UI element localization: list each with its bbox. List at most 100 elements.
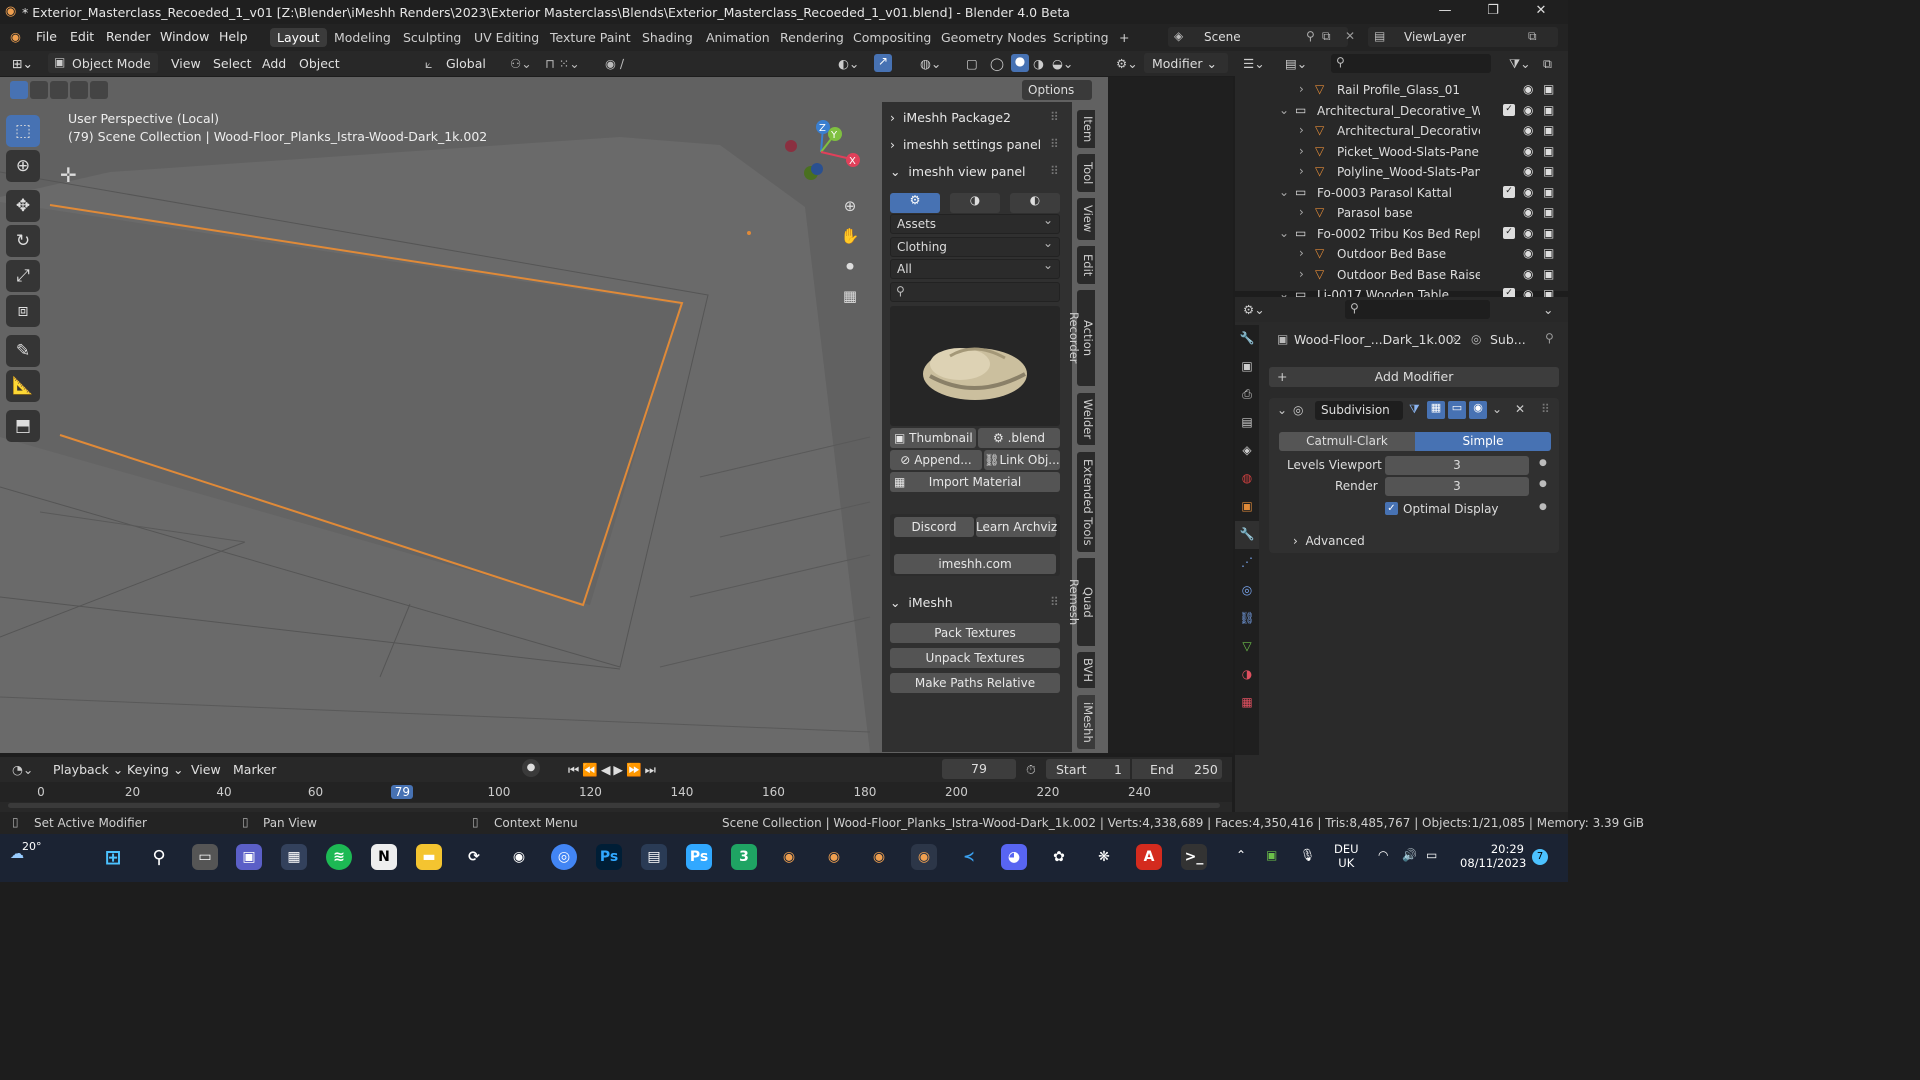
simple-option[interactable]: Simple: [1415, 432, 1551, 451]
section-imeshh-view[interactable]: ⌄ imeshh view panel: [890, 164, 1026, 179]
render-camera-icon[interactable]: ▣: [1543, 267, 1554, 281]
photoshop-icon[interactable]: Ps: [596, 844, 622, 870]
timeline-menu-playback[interactable]: Playback ⌄: [53, 762, 123, 777]
delete-scene-icon[interactable]: ✕: [1345, 29, 1355, 43]
microphone-icon[interactable]: 🎙: [1300, 848, 1315, 862]
outliner-row[interactable]: › ▽ Polyline_Wood-Slats-Panel_0 ◉ ▣: [1235, 162, 1568, 182]
catmull-clark-option[interactable]: Catmull-Clark: [1279, 432, 1415, 451]
select-box-tool-icon[interactable]: ⬚: [6, 115, 40, 147]
tool-properties-icon[interactable]: 🔧: [1235, 325, 1259, 353]
start-frame-field[interactable]: Start 1: [1046, 759, 1130, 779]
world-properties-icon[interactable]: ◍: [1235, 465, 1259, 493]
keyframe-dot-icon[interactable]: ●: [1539, 479, 1547, 489]
modifier-name-field[interactable]: Subdivision: [1315, 401, 1403, 420]
outliner-row[interactable]: › ▽ Picket_Wood-Slats-Panel_01 ◉ ▣: [1235, 142, 1568, 162]
expand-chevron-icon[interactable]: ›: [1299, 246, 1304, 260]
exclude-checkbox[interactable]: ✓: [1503, 185, 1515, 198]
tab-tool[interactable]: Tool: [1077, 154, 1095, 192]
preview-range-icon[interactable]: ⏱: [1026, 762, 1036, 778]
sync-icon[interactable]: ⟳: [461, 844, 487, 870]
drag-handle-icon[interactable]: ⠿: [1541, 402, 1550, 416]
category-dropdown[interactable]: Assets: [890, 213, 1060, 234]
asset-search-input[interactable]: ⚲: [890, 282, 1060, 302]
maximize-icon[interactable]: ❐: [1478, 3, 1508, 18]
navigation-gizmo[interactable]: Z Y X: [783, 117, 863, 187]
asset-thumbnail-preview[interactable]: [890, 306, 1060, 426]
3ds-app-icon[interactable]: 3: [731, 844, 757, 870]
timeline-editor-icon[interactable]: ◔⌄: [12, 762, 33, 777]
modifier-menu-chevron-icon[interactable]: ⌄: [1492, 402, 1502, 416]
minimize-icon[interactable]: —: [1430, 3, 1460, 18]
modifier-properties-icon[interactable]: 🔧: [1235, 521, 1259, 549]
start-menu-icon[interactable]: ⊞: [100, 844, 126, 870]
display-mode-icon[interactable]: ▤⌄: [1285, 56, 1307, 71]
render-camera-icon[interactable]: ▣: [1543, 205, 1554, 219]
expand-chevron-icon[interactable]: ›: [1299, 144, 1304, 158]
levels-viewport-field[interactable]: 3: [1385, 456, 1529, 475]
outliner-row[interactable]: › ▽ Outdoor Bed Base Raised ◉ ▣: [1235, 265, 1568, 285]
pin-icon[interactable]: ⚲: [1306, 29, 1315, 43]
current-frame-field[interactable]: 79: [942, 759, 1016, 779]
tab-view[interactable]: View: [1077, 198, 1095, 240]
outliner-search-input[interactable]: ⚲: [1331, 54, 1491, 73]
terminal-icon[interactable]: >_: [1181, 844, 1207, 870]
object-properties-icon[interactable]: ▣: [1235, 493, 1259, 521]
xray-icon[interactable]: ▢: [966, 56, 978, 71]
github-icon[interactable]: ◉: [506, 844, 532, 870]
render-camera-icon[interactable]: ▣: [1543, 185, 1554, 199]
eye-icon[interactable]: ◉: [1523, 144, 1533, 158]
transform-tool-icon[interactable]: ⧈: [6, 295, 40, 327]
render-toggle-icon[interactable]: ◉: [1469, 401, 1487, 419]
end-frame-field[interactable]: End 250: [1132, 759, 1222, 779]
pack-textures-button[interactable]: Pack Textures: [890, 623, 1060, 643]
add-workspace-icon[interactable]: +: [1112, 28, 1136, 47]
edit-mode-toggle-icon[interactable]: ⧩: [1409, 402, 1420, 417]
tab-scripting[interactable]: Scripting: [1046, 28, 1116, 47]
close-icon[interactable]: ✕: [1526, 3, 1556, 18]
expand-chevron-icon[interactable]: ›: [1299, 205, 1304, 219]
viewport-menu-add[interactable]: Add: [262, 56, 286, 71]
tab-welder[interactable]: Welder: [1077, 393, 1095, 445]
new-scene-icon[interactable]: ⧉: [1322, 29, 1331, 44]
zoom-icon[interactable]: ⊕: [836, 197, 864, 227]
scene-properties-icon[interactable]: ◈: [1235, 437, 1259, 465]
hdri-mode-icon[interactable]: ◐: [1010, 193, 1060, 213]
blender-app-icon[interactable]: ◉: [866, 844, 892, 870]
rotate-tool-icon[interactable]: ↻: [6, 225, 40, 257]
add-modifier-button[interactable]: + Add Modifier: [1269, 367, 1559, 387]
tab-rendering[interactable]: Rendering: [773, 28, 851, 47]
tab-action-recorder[interactable]: Action Recorder: [1067, 290, 1095, 386]
pin-icon[interactable]: ⚲: [1545, 331, 1554, 345]
chatgpt-icon[interactable]: ✿: [1046, 844, 1072, 870]
select-mode-extend-icon[interactable]: [30, 81, 48, 99]
section-imeshh[interactable]: ⌄ iMeshh: [890, 595, 953, 610]
filter-dropdown[interactable]: All: [890, 258, 1060, 279]
exclude-checkbox[interactable]: ✓: [1503, 226, 1515, 239]
eye-icon[interactable]: ◉: [1523, 246, 1533, 260]
tray-chevron-icon[interactable]: ⌃: [1236, 848, 1246, 862]
tab-quad-remesh[interactable]: Quad Remesh: [1067, 558, 1095, 646]
render-camera-icon[interactable]: ▣: [1543, 144, 1554, 158]
record-icon[interactable]: ●: [522, 759, 540, 777]
wifi-icon[interactable]: ◠: [1378, 848, 1388, 862]
menu-window[interactable]: Window: [160, 29, 209, 44]
collapse-chevron-icon[interactable]: ⌄: [1279, 103, 1289, 117]
thumbnail-button[interactable]: ▣ Thumbnail: [890, 428, 976, 448]
properties-search-input[interactable]: ⚲: [1345, 300, 1490, 319]
rendered-shading-icon[interactable]: ◒⌄: [1052, 56, 1073, 71]
drag-handle-icon[interactable]: ⠿: [1050, 137, 1059, 151]
notion-icon[interactable]: N: [371, 844, 397, 870]
tab-geometry-nodes[interactable]: Geometry Nodes: [934, 28, 1053, 47]
new-view-layer-icon[interactable]: ⧉: [1528, 29, 1537, 44]
tab-layout[interactable]: Layout: [270, 28, 327, 47]
expand-chevron-icon[interactable]: ›: [1299, 164, 1304, 178]
calendar-app-icon[interactable]: ▦: [281, 844, 307, 870]
advanced-section[interactable]: › Advanced: [1293, 534, 1365, 548]
battery-icon[interactable]: ▭: [1426, 848, 1437, 862]
add-cube-tool-icon[interactable]: ⬒: [6, 410, 40, 442]
optimal-display-checkbox[interactable]: ✓: [1385, 502, 1398, 515]
render-camera-icon[interactable]: ▣: [1543, 123, 1554, 137]
davinci-icon[interactable]: ❋: [1091, 844, 1117, 870]
tab-imeshh[interactable]: iMeshh: [1077, 695, 1095, 749]
menu-file[interactable]: File: [36, 29, 57, 44]
